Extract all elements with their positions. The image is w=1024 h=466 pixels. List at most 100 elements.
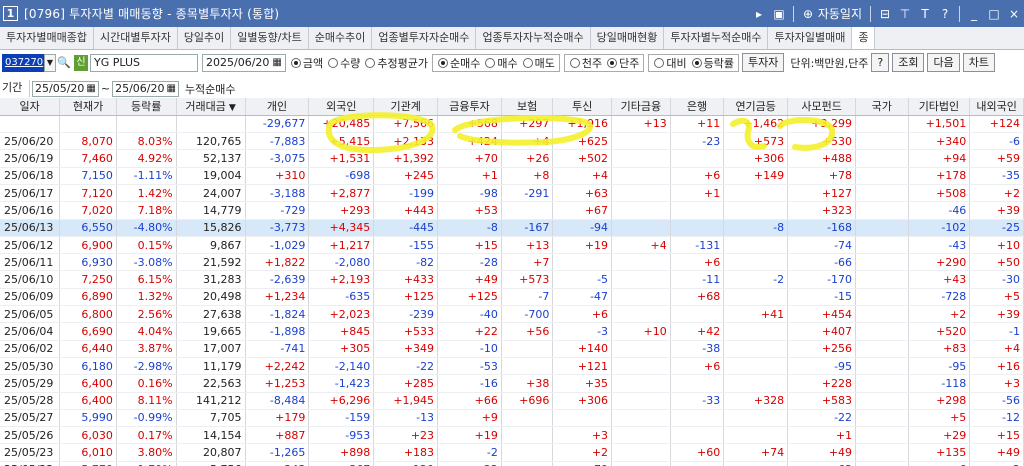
pin-icon[interactable]: ⊤ xyxy=(899,7,911,21)
radio-label: 대비 xyxy=(666,56,687,70)
table-row[interactable]: 25/06/19 7,460 4.92% 52,137 -3,075 +1,531 +1,3… xyxy=(0,149,1024,168)
tab-4[interactable]: 순매수추이 xyxy=(309,27,373,49)
table-row[interactable]: 25/06/18 7,150 -1.11% 19,004 +310 -698 +245 +1 +… xyxy=(0,167,1024,185)
column-header-1[interactable]: 현재가 xyxy=(59,98,117,116)
column-header-16[interactable]: 내외국인 xyxy=(969,98,1024,116)
table-cell: 31,283 xyxy=(176,270,246,289)
table-cell: +60 xyxy=(670,443,725,462)
column-header-11[interactable]: 은행 xyxy=(670,98,725,116)
date-input[interactable]: 2025/06/20 ▦ xyxy=(202,53,286,72)
radio-trade-opts-0[interactable]: 순매수 xyxy=(437,55,480,71)
help-button[interactable]: ? xyxy=(871,53,890,72)
stock-code-input[interactable]: 037270 xyxy=(2,53,44,72)
chevron-down-icon[interactable]: ▼ xyxy=(44,53,56,72)
tab-1[interactable]: 시간대별투자자 xyxy=(94,27,178,49)
calendar-icon[interactable]: ▦ xyxy=(86,82,95,96)
radio-trade-opts-2[interactable]: 매도 xyxy=(522,55,555,71)
table-row[interactable]: 25/06/13 6,550 -4.80% 15,826 -3,773 +4,345 -44… xyxy=(0,219,1024,237)
column-header-8[interactable]: 보험 xyxy=(501,98,554,116)
search-icon[interactable]: 🔍 xyxy=(56,54,72,72)
auto-lock-button[interactable]: ⊕ 자동일지 xyxy=(802,5,862,22)
tab-0[interactable]: 투자자별매매종합 xyxy=(0,27,94,49)
column-header-6[interactable]: 기관계 xyxy=(373,98,439,116)
calendar-icon[interactable]: ▦ xyxy=(272,55,281,71)
column-header-13[interactable]: 사모펀드 xyxy=(787,98,857,116)
table-row[interactable]: 25/06/05 6,800 2.56% 27,638 -1,824 +2,023 -239… xyxy=(0,305,1024,324)
tab-8[interactable]: 투자자별누적순매수 xyxy=(664,27,769,49)
table-row[interactable]: 25/05/30 6,180 -2.98% 11,179 +2,242 -2,140 -22… xyxy=(0,357,1024,376)
period-from-input[interactable]: 25/05/20 ▦ xyxy=(32,80,99,97)
minimize-icon[interactable]: _ xyxy=(968,7,980,21)
table-row[interactable]: 25/05/23 6,010 3.80% 20,807 -1,265 +898 +183 -2… xyxy=(0,443,1024,462)
table-row[interactable]: 25/06/10 7,250 6.15% 31,283 -2,639 +2,193 +433… xyxy=(0,270,1024,289)
table-row[interactable]: 25/06/02 6,440 3.87% 17,007 -741 +305 +349 -10 +… xyxy=(0,340,1024,358)
query-button[interactable]: 조회 xyxy=(892,53,925,72)
column-header-14[interactable]: 국가 xyxy=(855,98,909,116)
close-icon[interactable]: × xyxy=(1008,7,1020,21)
font-size-icon[interactable]: T xyxy=(919,7,931,21)
sort-icon[interactable]: ▼ xyxy=(229,103,236,113)
tab-5[interactable]: 업종별투자자순매수 xyxy=(372,27,477,49)
column-header-7[interactable]: 금융투자 xyxy=(437,98,502,116)
radio-amount-opts-1[interactable]: 수량 xyxy=(328,55,360,71)
table-row[interactable]: 25/06/17 7,120 1.42% 24,007 -3,188 +2,877 -199… xyxy=(0,184,1024,203)
radio-cmp-opts-1[interactable]: 등락률 xyxy=(691,55,734,71)
table-row[interactable]: 25/05/29 6,400 0.16% 22,563 +1,253 -1,423 +285… xyxy=(0,374,1024,393)
column-header-10[interactable]: 기타금융 xyxy=(611,98,671,116)
tab-7[interactable]: 당일매매현황 xyxy=(591,27,665,49)
maximize-icon[interactable]: □ xyxy=(988,7,1000,21)
table-cell: -1,824 xyxy=(245,305,310,324)
table-row[interactable]: 25/05/225,770-1.70%5,756+243-367+120-22 +… xyxy=(0,461,1024,466)
table-row[interactable]: 25/06/04 6,690 4.04% 19,665 -1,898 +845 +533 +2… xyxy=(0,322,1024,341)
period-to-input[interactable]: 25/06/20 ▦ xyxy=(112,80,179,97)
help-icon[interactable]: ? xyxy=(939,7,951,21)
table-cell: -0.99% xyxy=(116,409,177,428)
chart-button[interactable]: 차트 xyxy=(962,53,995,72)
tab-10[interactable]: 종 xyxy=(852,27,876,49)
column-header-5[interactable]: 외국인 xyxy=(308,98,375,116)
tab-2[interactable]: 당일추이 xyxy=(178,27,232,49)
column-header-4[interactable]: 개인 xyxy=(245,98,310,116)
table-cell xyxy=(855,288,909,307)
column-header-0[interactable]: 일자 xyxy=(0,98,61,116)
table-row[interactable]: 25/05/26 6,030 0.17% 14,154 +887 -953 +23 +19 +3… xyxy=(0,426,1024,445)
table-cell: +50 xyxy=(969,253,1024,272)
table-cell: -98 xyxy=(437,184,502,203)
window-icon[interactable]: ⊟ xyxy=(879,7,891,21)
play-icon[interactable]: ▸ xyxy=(753,7,765,21)
table-row[interactable]: 25/06/20 8,070 8.03% 120,765 -7,883 +5,415 +2,… xyxy=(0,132,1024,151)
radio-cmp-opts-0[interactable]: 대비 xyxy=(654,55,687,71)
table-row[interactable]: 25/06/11 6,930 -3.08% 21,592 +1,822 -2,080 -82… xyxy=(0,253,1024,272)
table-cell: -3,188 xyxy=(245,184,310,203)
tab-3[interactable]: 일별동향/차트 xyxy=(231,27,309,49)
tab-6[interactable]: 업종투자자누적순매수 xyxy=(476,27,591,49)
table-cell: -8 xyxy=(437,219,502,237)
tab-9[interactable]: 투자자일별매매 xyxy=(768,27,853,49)
table-cell: -46 xyxy=(908,201,971,220)
radio-unit-opts-0[interactable]: 천주 xyxy=(569,55,602,71)
table-cell: +1 xyxy=(787,426,857,445)
table-row[interactable]: 25/06/12 6,900 0.15% 9,867 -1,029 +1,217 -155 +… xyxy=(0,236,1024,255)
table-cell: +290 xyxy=(908,253,971,272)
column-header-2[interactable]: 등락률 xyxy=(116,98,177,116)
stock-name-field[interactable]: YG PLUS xyxy=(90,53,198,72)
investor-button[interactable]: 투자자 xyxy=(741,53,785,72)
table-cell: +10 xyxy=(611,322,671,341)
table-cell: -7 xyxy=(501,288,554,307)
table-row[interactable]: 25/05/28 6,400 8.11% 141,212 -8,484 +6,296 +1,… xyxy=(0,392,1024,410)
column-header-12[interactable]: 연기금등 xyxy=(723,98,789,116)
radio-amount-opts-0[interactable]: 금액 xyxy=(290,55,323,71)
column-header-3[interactable]: 거래대금 ▼ xyxy=(176,98,246,116)
radio-unit-opts-1[interactable]: 단주 xyxy=(607,55,639,71)
table-row[interactable]: 25/06/16 7,020 7.18% 14,779 -729 +293 +443 +53 +… xyxy=(0,201,1024,220)
radio-trade-opts-1[interactable]: 매수 xyxy=(485,55,518,71)
table-cell: +29 xyxy=(908,426,971,445)
radio-amount-opts-2[interactable]: 추정평균가 xyxy=(365,55,428,71)
table-row[interactable]: 25/05/27 5,990 -0.99% 7,705 +179 -159 -13 +9 -22… xyxy=(0,409,1024,428)
calendar-icon[interactable]: ▦ xyxy=(166,82,175,96)
screen-icon[interactable]: ▣ xyxy=(773,7,785,21)
column-header-15[interactable]: 기타법인 xyxy=(908,98,971,116)
column-header-9[interactable]: 투신 xyxy=(552,98,613,116)
table-row[interactable]: 25/06/09 6,890 1.32% 20,498 +1,234 -635 +125 +1… xyxy=(0,288,1024,307)
next-button[interactable]: 다음 xyxy=(927,53,960,72)
